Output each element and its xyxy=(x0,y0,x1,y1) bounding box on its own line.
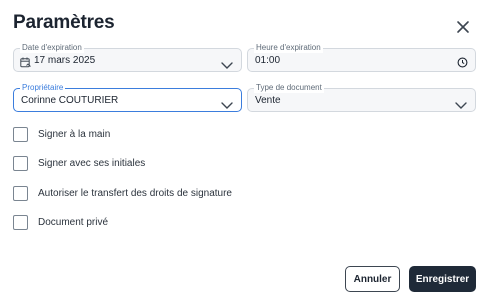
sign-by-hand-label: Signer à la main xyxy=(38,128,111,140)
document-type-value: Vente xyxy=(255,95,281,106)
owner-select[interactable]: Propriétaire Corinne COUTURIER xyxy=(13,83,242,112)
chevron-down-icon[interactable] xyxy=(221,97,233,109)
sign-with-initials-option[interactable]: Signer avec ses initiales xyxy=(13,155,145,171)
calendar-icon xyxy=(20,55,31,68)
allow-transfer-label: Autoriser le transfert des droits de sig… xyxy=(38,187,232,199)
clock-icon[interactable] xyxy=(457,55,468,68)
allow-transfer-option[interactable]: Autoriser le transfert des droits de sig… xyxy=(13,185,232,201)
owner-label: Propriétaire xyxy=(20,83,66,93)
save-button[interactable]: Enregistrer xyxy=(409,266,476,292)
private-document-label: Document privé xyxy=(38,216,109,228)
document-type-label: Type de document xyxy=(254,83,324,93)
expiration-date-field[interactable]: Date d'expiration 17 mars 2025 xyxy=(13,43,242,72)
sign-with-initials-label: Signer avec ses initiales xyxy=(38,157,146,169)
expiration-date-value: 17 mars 2025 xyxy=(34,55,96,66)
expiration-time-label: Heure d'expiration xyxy=(254,43,323,53)
document-type-select[interactable]: Type de document Vente xyxy=(247,83,476,112)
sign-by-hand-checkbox[interactable] xyxy=(13,126,28,142)
private-document-option[interactable]: Document privé xyxy=(13,214,108,230)
sign-by-hand-option[interactable]: Signer à la main xyxy=(13,126,110,142)
chevron-down-icon[interactable] xyxy=(221,57,233,69)
chevron-down-icon[interactable] xyxy=(455,97,467,109)
close-icon[interactable] xyxy=(452,16,474,38)
private-document-checkbox[interactable] xyxy=(13,214,28,230)
expiration-time-value: 01:00 xyxy=(255,55,281,66)
expiration-time-field[interactable]: Heure d'expiration 01:00 xyxy=(247,43,476,72)
sign-with-initials-checkbox[interactable] xyxy=(13,155,28,171)
allow-transfer-checkbox[interactable] xyxy=(13,185,28,201)
owner-value: Corinne COUTURIER xyxy=(21,95,119,106)
cancel-button[interactable]: Annuler xyxy=(345,266,400,292)
settings-dialog: Paramètres Date d'expiration 17 mars 202… xyxy=(0,0,484,306)
dialog-title: Paramètres xyxy=(13,12,115,33)
expiration-date-label: Date d'expiration xyxy=(20,43,84,53)
